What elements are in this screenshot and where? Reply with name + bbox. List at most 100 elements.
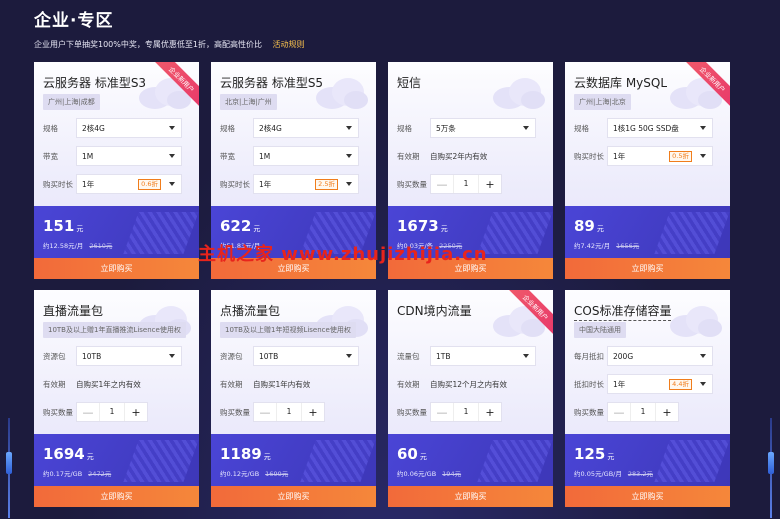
plus-button[interactable]: +	[656, 406, 678, 419]
price-unit: 元	[263, 453, 271, 461]
card-title: 点播流量包	[220, 304, 281, 318]
buy-now-button[interactable]: 立即购买	[565, 258, 730, 279]
unit-price: 约0.17元/GB	[43, 470, 83, 478]
price-detail: 约0.12元/GB 1699元	[220, 468, 288, 478]
decor-graphic	[477, 440, 553, 482]
quantity-stepper: —1 +	[253, 402, 325, 422]
price-unit: 元	[76, 225, 84, 233]
plus-button[interactable]: +	[125, 406, 147, 419]
select-value: 1年	[259, 179, 272, 189]
option-row: 有效期 自购买1年之内有效	[43, 374, 193, 394]
quantity-input[interactable]: 1	[99, 403, 125, 421]
select-value: 1年	[613, 379, 626, 389]
subtitle-text: 企业用户下单抽奖100%中奖，专属优惠低至1折，高配高性价比	[34, 40, 262, 49]
chevron-down-icon	[700, 126, 706, 130]
option-select[interactable]: 10TB	[253, 346, 359, 366]
select-value: 1TB	[436, 351, 451, 361]
price: 622 元	[220, 217, 260, 235]
option-select[interactable]: 2核4G	[253, 118, 359, 138]
chevron-down-icon	[523, 354, 529, 358]
plus-button[interactable]: +	[479, 178, 501, 191]
option-row: 有效期 自购买12个月之内有效	[397, 374, 547, 394]
option-select[interactable]: 200G	[607, 346, 713, 366]
option-row: 规格 5万条	[397, 118, 547, 138]
price-value: 151	[43, 217, 75, 235]
option-select[interactable]: 1核1G 50G SSD盘	[607, 118, 713, 138]
price-value: 125	[574, 445, 606, 463]
activity-rules-link[interactable]: 活动规则	[273, 40, 305, 49]
price-value: 1694	[43, 445, 85, 463]
minus-button[interactable]: —	[254, 406, 276, 419]
decor-graphic	[654, 440, 730, 482]
option-row: 购买时长 1年 2.5折	[220, 174, 370, 194]
quantity-input[interactable]: 1	[453, 403, 479, 421]
quantity-stepper: —1 +	[76, 402, 148, 422]
buy-now-button[interactable]: 立即购买	[565, 486, 730, 507]
original-price: 194元	[442, 470, 462, 478]
buy-now-button[interactable]: 立即购买	[34, 486, 199, 507]
option-select[interactable]: 1年 0.5折	[607, 146, 713, 166]
card-title: 云服务器 标准型S5	[220, 76, 324, 90]
chevron-down-icon	[523, 126, 529, 130]
option-select[interactable]: 2核4G	[76, 118, 182, 138]
minus-button[interactable]: —	[431, 178, 453, 191]
unit-price: 约0.06元/GB	[397, 470, 437, 478]
price-unit: 元	[440, 225, 448, 233]
option-select[interactable]: 5万条	[430, 118, 536, 138]
chevron-down-icon	[169, 354, 175, 358]
chevron-down-icon	[700, 154, 706, 158]
minus-button[interactable]: —	[431, 406, 453, 419]
buy-now-button[interactable]: 立即购买	[34, 258, 199, 279]
buy-now-button[interactable]: 立即购买	[388, 486, 553, 507]
price-detail: 约0.05元/GB/月 283.2元	[574, 468, 653, 478]
quantity-stepper: —1 +	[430, 174, 502, 194]
select-value: 200G	[613, 351, 634, 361]
select-value: 2核4G	[82, 123, 105, 133]
option-row: 购买数量 —1 +	[397, 174, 547, 194]
quantity-input[interactable]: 1	[276, 403, 302, 421]
minus-button[interactable]: —	[77, 406, 99, 419]
option-row: 资源包 10TB	[220, 346, 370, 366]
region-tag: 广州|上海|成都	[43, 94, 100, 110]
select-value: 10TB	[259, 351, 279, 361]
discount-badge: 0.6折	[138, 179, 161, 190]
price: 89 元	[574, 217, 604, 235]
chevron-down-icon	[169, 182, 175, 186]
quantity-stepper: —1 +	[607, 402, 679, 422]
region-tag: 10TB及以上赠1年短视频Lisence使用权	[220, 322, 356, 338]
plus-button[interactable]: +	[479, 406, 501, 419]
option-select[interactable]: 1年 4.4折	[607, 374, 713, 394]
validity-text: 自购买2年内有效	[430, 151, 488, 161]
decor-graphic	[123, 440, 199, 482]
option-select[interactable]: 1TB	[430, 346, 536, 366]
minus-button[interactable]: —	[608, 406, 630, 419]
option-select[interactable]: 1M	[76, 146, 182, 166]
buy-now-button[interactable]: 立即购买	[211, 486, 376, 507]
option-row: 流量包 1TB	[397, 346, 547, 366]
price-value: 60	[397, 445, 418, 463]
watermark: 主机之家 www.zhujizhijia.cn	[198, 244, 488, 265]
price-detail: 约0.06元/GB 194元	[397, 468, 461, 478]
price: 151 元	[43, 217, 83, 235]
quantity-input[interactable]: 1	[453, 175, 479, 193]
price-unit: 元	[86, 453, 94, 461]
page-subtitle: 企业用户下单抽奖100%中奖，专属优惠低至1折，高配高性价比 活动规则	[34, 39, 305, 50]
plus-button[interactable]: +	[302, 406, 324, 419]
section-header: 企业·专区 企业用户下单抽奖100%中奖，专属优惠低至1折，高配高性价比 活动规…	[34, 6, 305, 50]
quantity-input[interactable]: 1	[630, 403, 656, 421]
option-row: 购买时长 1年 0.6折	[43, 174, 193, 194]
product-card: CDN境内流量 企业新用户 流量包 1TB 有效期 自购买12个月之内有效 购买数量 —1…	[388, 290, 553, 507]
chevron-down-icon	[169, 126, 175, 130]
price-unit: 元	[607, 453, 615, 461]
card-title: 短信	[397, 76, 422, 90]
option-select[interactable]: 1年 0.6折	[76, 174, 182, 194]
option-select[interactable]: 1M	[253, 146, 359, 166]
price-value: 1673	[397, 217, 439, 235]
unit-price: 约7.42元/月	[574, 242, 611, 250]
card-title: 云数据库 MySQL	[574, 76, 668, 90]
option-row: 购买时长 1年 0.5折	[574, 146, 724, 166]
price: 125 元	[574, 445, 614, 463]
option-row: 资源包 10TB	[43, 346, 193, 366]
option-select[interactable]: 10TB	[76, 346, 182, 366]
option-select[interactable]: 1年 2.5折	[253, 174, 359, 194]
